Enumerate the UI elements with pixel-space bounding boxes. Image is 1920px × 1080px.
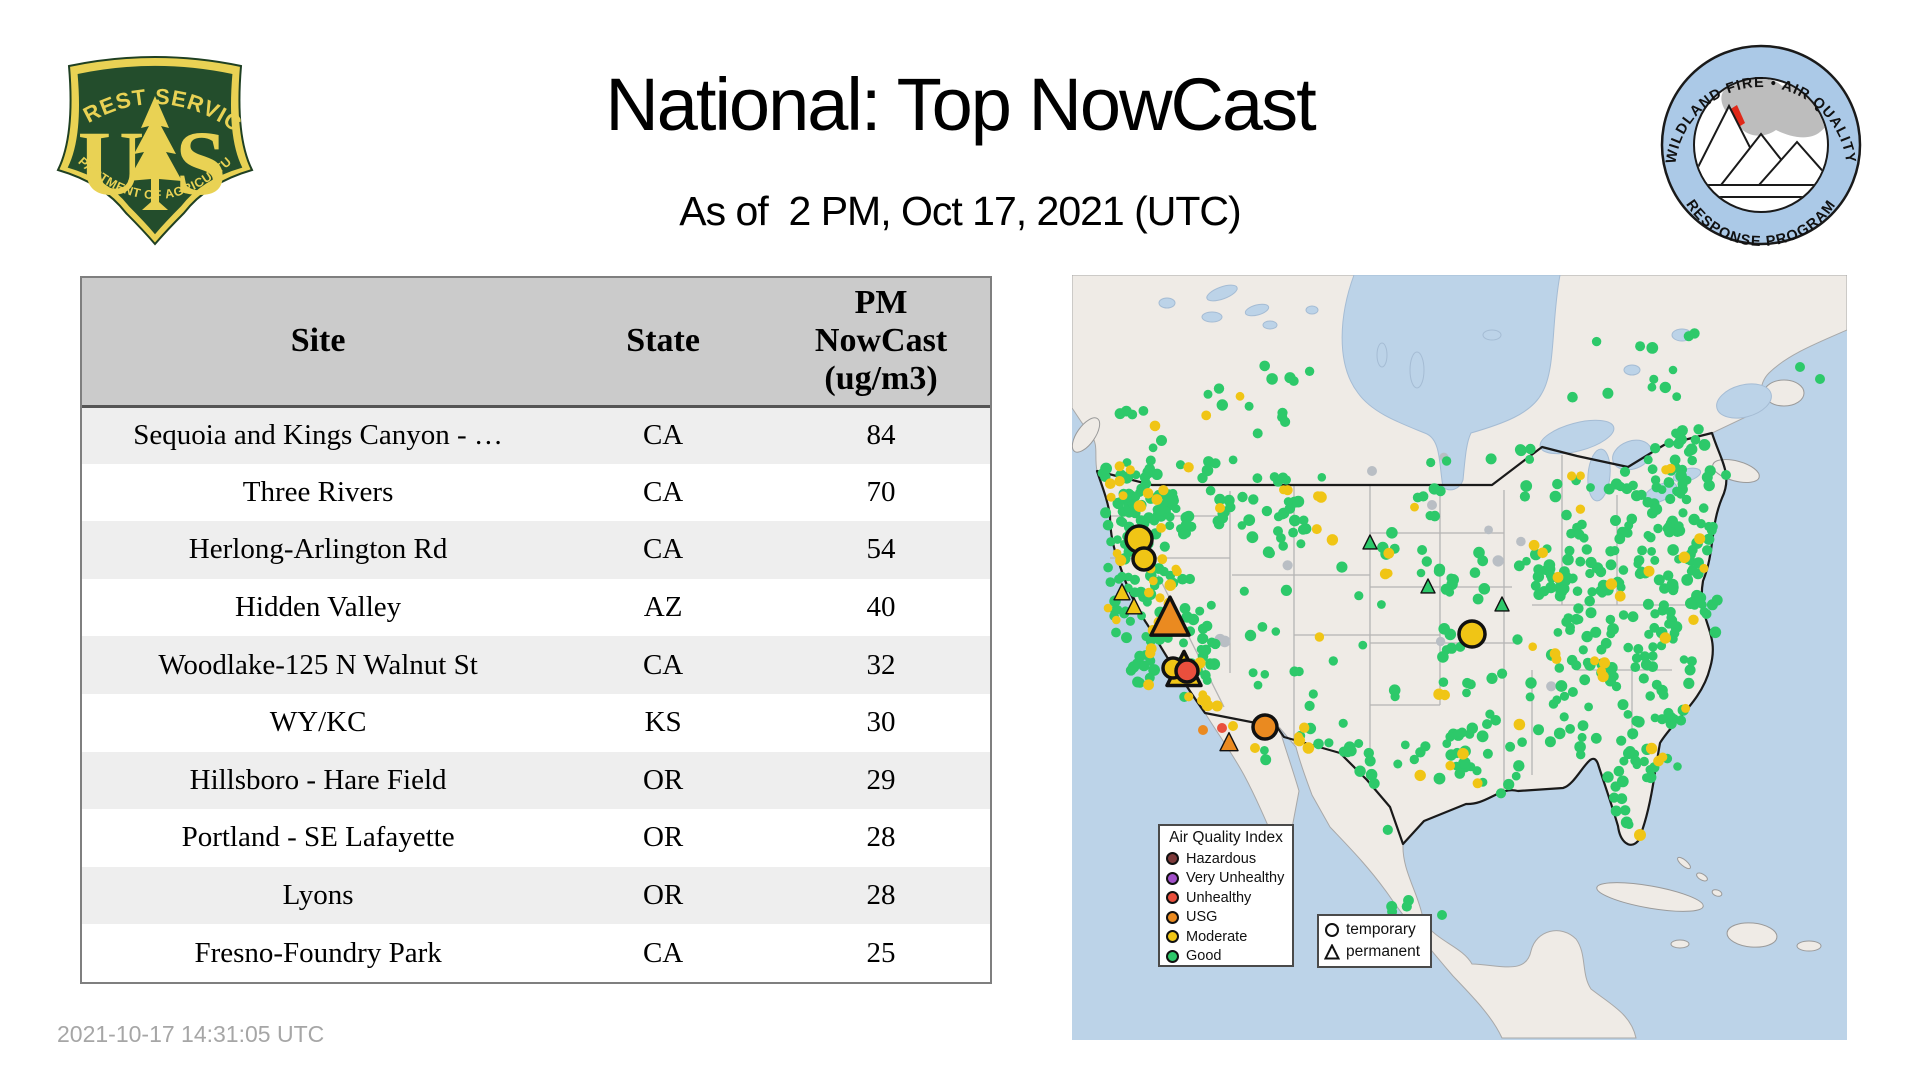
legend-item-temporary: temporary bbox=[1324, 919, 1425, 941]
state-cell: OR bbox=[642, 821, 684, 854]
table-row: Hillsboro - Hare Field OR 29 bbox=[82, 751, 990, 810]
permanent-triangle-icon bbox=[1324, 944, 1340, 960]
monitor-dot bbox=[1228, 721, 1238, 731]
column-header-state: State bbox=[554, 278, 773, 408]
site-cell: Hidden Valley bbox=[234, 591, 402, 624]
site-cell: Sequoia and Kings Canyon - … bbox=[133, 419, 503, 452]
state-cell: CA bbox=[642, 475, 684, 508]
state-cell: CA bbox=[642, 533, 684, 566]
table-row: Hidden Valley AZ 40 bbox=[82, 579, 990, 637]
state-cell: CA bbox=[642, 648, 684, 681]
aqi-legend-label: Moderate bbox=[1186, 928, 1248, 945]
state-cell: OR bbox=[642, 763, 684, 796]
table-row: Lyons OR 28 bbox=[82, 866, 990, 925]
site-cell: Woodlake-125 N Walnut St bbox=[158, 648, 478, 681]
site-cell: Herlong-Arlington Rd bbox=[188, 533, 448, 566]
table-row: WY/KC KS 30 bbox=[82, 694, 990, 752]
aqi-color-dot-icon bbox=[1166, 930, 1179, 944]
monitor-dot bbox=[1250, 743, 1260, 753]
aqi-color-dot-icon bbox=[1166, 910, 1179, 924]
monitor-dot bbox=[1795, 362, 1805, 372]
value-cell: 28 bbox=[866, 821, 896, 854]
table-row: Herlong-Arlington Rd CA 54 bbox=[82, 521, 990, 579]
temporary-circle-icon bbox=[1324, 922, 1340, 938]
site-cell: Three Rivers bbox=[242, 475, 394, 508]
monitor-dot bbox=[1437, 910, 1447, 920]
aqi-legend: Air Quality Index Hazardous Very Unhealth… bbox=[1158, 824, 1294, 967]
aqi-legend-item: Good bbox=[1166, 947, 1286, 967]
monitor-dot bbox=[1367, 466, 1377, 476]
column-header-pm-nowcast: PM NowCast (ug/m3) bbox=[772, 278, 990, 408]
table-row: Woodlake-125 N Walnut St CA 32 bbox=[82, 636, 990, 694]
aqi-legend-label: Hazardous bbox=[1186, 850, 1257, 867]
table-header-row: Site State PM NowCast (ug/m3) bbox=[82, 278, 990, 408]
site-cell: Lyons bbox=[282, 879, 354, 912]
aqi-legend-label: Good bbox=[1186, 948, 1222, 965]
value-cell: 30 bbox=[866, 706, 896, 739]
aqi-legend-item: Moderate bbox=[1166, 927, 1286, 947]
value-cell: 54 bbox=[866, 533, 896, 566]
state-cell: CA bbox=[642, 419, 684, 452]
page-subtitle: As of 2 PM, Oct 17, 2021 (UTC) bbox=[679, 188, 1241, 234]
aqi-color-dot-icon bbox=[1166, 852, 1179, 866]
state-cell: OR bbox=[642, 879, 684, 912]
aqi-legend-label: Very Unhealthy bbox=[1186, 870, 1285, 887]
value-cell: 40 bbox=[866, 591, 896, 624]
state-cell: KS bbox=[644, 706, 682, 739]
aqi-color-dot-icon bbox=[1166, 949, 1179, 963]
value-cell: 29 bbox=[866, 763, 896, 796]
wfaqrp-badge-icon: WILDLAND FIRE • AIR QUALITY RESPONSE PRO… bbox=[1660, 44, 1862, 250]
table-row: Fresno-Foundry Park CA 25 bbox=[82, 924, 990, 982]
wfaqrp-logo: WILDLAND FIRE • AIR QUALITY RESPONSE PRO… bbox=[1658, 42, 1864, 253]
value-cell: 84 bbox=[866, 419, 896, 452]
marker-type-legend: temporary permanent bbox=[1317, 914, 1432, 968]
table-row: Portland - SE Lafayette OR 28 bbox=[82, 809, 990, 867]
aqi-color-dot-icon bbox=[1166, 871, 1179, 885]
state-cell: AZ bbox=[643, 591, 683, 624]
site-cell: Portland - SE Lafayette bbox=[181, 821, 455, 854]
page-title: National: Top NowCast bbox=[605, 63, 1316, 146]
temporary-monitor-circle-icon bbox=[1251, 713, 1279, 741]
site-cell: WY/KC bbox=[269, 706, 367, 739]
site-cell: Hillsboro - Hare Field bbox=[189, 763, 447, 796]
site-cell: Fresno-Foundry Park bbox=[194, 936, 442, 969]
state-cell: CA bbox=[642, 936, 684, 969]
temporary-monitor-circle-icon bbox=[1457, 619, 1487, 649]
monitor-dot bbox=[1217, 723, 1227, 733]
forest-service-shield-icon: FOREST SERVICE U S DEPARTMENT OF AGRICUL… bbox=[46, 24, 254, 246]
value-cell: 25 bbox=[866, 936, 896, 969]
temporary-monitor-circle-icon bbox=[1131, 546, 1157, 572]
aqi-legend-item: USG bbox=[1166, 908, 1286, 928]
aqi-legend-item: Hazardous bbox=[1166, 849, 1286, 869]
monitor-dot bbox=[1198, 725, 1208, 735]
forest-service-logo: FOREST SERVICE U S DEPARTMENT OF AGRICUL… bbox=[46, 24, 255, 255]
value-cell: 28 bbox=[866, 879, 896, 912]
monitor-dot bbox=[1815, 374, 1825, 384]
top-nowcast-table: Site State PM NowCast (ug/m3) Sequoia an… bbox=[80, 276, 992, 984]
value-cell: 32 bbox=[866, 648, 896, 681]
aqi-legend-title: Air Quality Index bbox=[1169, 829, 1283, 846]
legend-item-permanent: permanent bbox=[1324, 941, 1425, 963]
aqi-legend-item: Very Unhealthy bbox=[1166, 869, 1286, 889]
monitor-dot bbox=[1634, 829, 1646, 841]
aqi-legend-label: Unhealthy bbox=[1186, 889, 1252, 906]
temporary-monitor-circle-icon bbox=[1174, 658, 1200, 684]
table-row: Three Rivers CA 70 bbox=[82, 464, 990, 522]
value-cell: 70 bbox=[866, 475, 896, 508]
monitor-dot bbox=[1721, 470, 1731, 480]
monitor-dot bbox=[1427, 500, 1437, 510]
aqi-color-dot-icon bbox=[1166, 891, 1179, 905]
aqi-legend-item: Unhealthy bbox=[1166, 888, 1286, 908]
column-header-site: Site bbox=[82, 278, 555, 408]
table-row: Sequoia and Kings Canyon - … CA 84 bbox=[82, 406, 990, 464]
generated-timestamp: 2021-10-17 14:31:05 UTC bbox=[57, 1021, 325, 1047]
aqi-legend-label: USG bbox=[1186, 909, 1218, 926]
